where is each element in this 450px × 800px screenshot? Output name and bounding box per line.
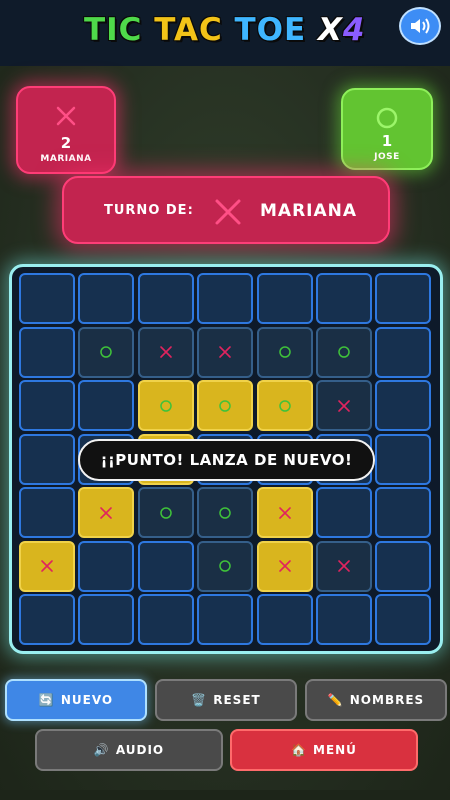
board-cell-5-5[interactable] xyxy=(316,540,372,592)
refresh-icon: 🔄 xyxy=(38,693,55,707)
names-label: NOMBRES xyxy=(349,693,425,707)
board-cell-3-0[interactable] xyxy=(19,433,75,485)
board-cell-4-3[interactable] xyxy=(197,487,254,538)
speaker-icon: 🔊 xyxy=(93,743,110,757)
o-mark-icon xyxy=(160,506,172,519)
home-icon: 🏠 xyxy=(291,743,307,757)
o-mark-icon xyxy=(219,399,231,412)
board-cell-5-4[interactable] xyxy=(256,540,313,592)
turn-player-name: MARIANA xyxy=(260,201,358,221)
turn-indicator: TURNO DE: MARIANA xyxy=(62,176,390,244)
board-cell-1-5[interactable] xyxy=(316,326,372,378)
board-cell-1-1[interactable] xyxy=(78,326,135,378)
board-cell-2-3[interactable] xyxy=(197,380,254,431)
board-cell-4-2[interactable] xyxy=(137,487,194,538)
board-cell-3-6[interactable] xyxy=(375,433,432,485)
board-cell-2-0[interactable] xyxy=(19,380,75,431)
board-cell-4-4[interactable] xyxy=(256,487,313,538)
board-cell-2-5[interactable] xyxy=(316,380,372,431)
player-card-jose: 1 JOSE xyxy=(341,88,433,170)
board-cell-6-4[interactable] xyxy=(256,594,313,645)
o-mark-icon xyxy=(278,346,291,358)
board-cell-1-0[interactable] xyxy=(19,326,75,378)
x-mark-icon xyxy=(219,346,231,358)
board-cell-0-4[interactable] xyxy=(256,273,313,324)
audio-button[interactable]: 🔊 AUDIO xyxy=(35,729,223,771)
board-cell-6-3[interactable] xyxy=(197,594,254,645)
board-cell-1-3[interactable] xyxy=(197,326,254,378)
menu-label: MENÚ xyxy=(313,743,357,757)
o-mark-icon xyxy=(219,560,231,572)
o-mark-icon xyxy=(338,346,350,358)
o-mark-icon xyxy=(278,399,291,412)
point-banner: ¡¡PUNTO! LANZA DE NUEVO! xyxy=(78,439,375,481)
board-cell-5-1[interactable] xyxy=(78,540,135,592)
player-score: 2 xyxy=(60,134,72,152)
x-symbol-icon xyxy=(56,106,76,126)
title-part-tac: TAC xyxy=(154,12,223,48)
board-cell-0-2[interactable] xyxy=(137,273,194,324)
menu-button[interactable]: 🏠 MENÚ xyxy=(230,729,418,771)
x-symbol-icon xyxy=(215,199,241,225)
new-game-label: NUEVO xyxy=(60,693,114,707)
bottom-strip xyxy=(0,790,450,800)
board-cell-1-2[interactable] xyxy=(137,326,194,378)
board-cell-6-6[interactable] xyxy=(375,594,432,645)
pencil-icon: ✏️ xyxy=(327,693,344,707)
board-cell-5-0[interactable] xyxy=(19,540,75,592)
names-button[interactable]: ✏️ NOMBRES xyxy=(305,679,447,721)
board-cell-0-0[interactable] xyxy=(19,273,75,324)
player-name: MARIANA xyxy=(40,154,92,164)
board-cell-1-4[interactable] xyxy=(256,326,313,378)
board-cell-6-1[interactable] xyxy=(78,594,135,645)
board-cell-2-4[interactable] xyxy=(256,380,313,431)
sound-toggle-button[interactable] xyxy=(399,7,441,45)
speaker-icon xyxy=(411,18,430,34)
board-cell-5-3[interactable] xyxy=(197,540,254,592)
o-mark-icon xyxy=(100,346,113,358)
board-cell-6-5[interactable] xyxy=(316,594,372,645)
board-cell-2-6[interactable] xyxy=(375,380,432,431)
title-part-toe: TOE xyxy=(234,12,307,48)
title-part-tic: TIC xyxy=(84,12,143,48)
top-bar: TIC TAC TOE X4 xyxy=(0,0,450,66)
x-mark-icon xyxy=(338,560,350,572)
x-mark-icon xyxy=(278,560,291,572)
board-cell-6-0[interactable] xyxy=(19,594,75,645)
board-cell-5-2[interactable] xyxy=(137,540,194,592)
player-name: JOSE xyxy=(374,152,400,162)
board-cell-6-2[interactable] xyxy=(137,594,194,645)
game-title: TIC TAC TOE X4 xyxy=(84,10,365,50)
turn-label: TURNO DE: xyxy=(104,203,194,218)
reset-button[interactable]: 🗑️ RESET xyxy=(155,679,297,721)
o-symbol-icon xyxy=(376,107,398,129)
o-mark-icon xyxy=(219,506,231,519)
board-cell-0-3[interactable] xyxy=(197,273,254,324)
board-cell-1-6[interactable] xyxy=(375,326,432,378)
x-mark-icon xyxy=(41,560,53,572)
player-card-mariana: 2 MARIANA xyxy=(16,86,116,174)
board-cell-0-1[interactable] xyxy=(78,273,135,324)
board-cell-2-2[interactable] xyxy=(137,380,194,431)
x-mark-icon xyxy=(100,506,113,519)
player-score: 1 xyxy=(381,132,393,150)
board-cell-4-1[interactable] xyxy=(78,487,135,538)
new-game-button[interactable]: 🔄 NUEVO xyxy=(5,679,147,721)
board-cell-4-5[interactable] xyxy=(316,487,372,538)
board-cell-5-6[interactable] xyxy=(375,540,432,592)
x-mark-icon xyxy=(338,399,350,412)
reset-label: RESET xyxy=(213,693,261,707)
board-cell-0-5[interactable] xyxy=(316,273,372,324)
board-cell-4-0[interactable] xyxy=(19,487,75,538)
x-mark-icon xyxy=(159,346,172,358)
audio-label: AUDIO xyxy=(115,743,165,757)
board-cell-4-6[interactable] xyxy=(375,487,432,538)
title-part-x4: X4 xyxy=(318,12,366,48)
o-mark-icon xyxy=(160,399,172,412)
trash-icon: 🗑️ xyxy=(191,693,208,707)
board-cell-2-1[interactable] xyxy=(78,380,135,431)
x-mark-icon xyxy=(278,506,291,519)
board-cell-0-6[interactable] xyxy=(375,273,432,324)
